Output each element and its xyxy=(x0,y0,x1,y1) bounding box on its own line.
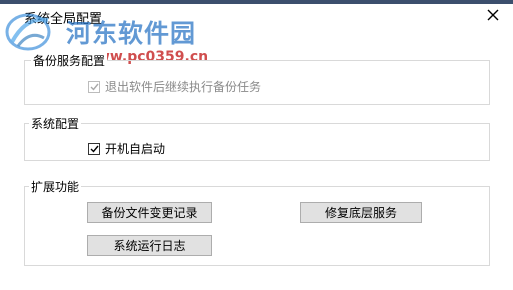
watermark-logo-icon xyxy=(5,13,51,51)
backup-change-log-button[interactable]: 备份文件变更记录 xyxy=(87,202,212,223)
system-log-button[interactable]: 系统运行日志 xyxy=(87,235,212,256)
continue-backup-option[interactable]: 退出软件后继续执行备份任务 xyxy=(88,78,261,95)
close-icon xyxy=(487,9,499,21)
autostart-label: 开机自启动 xyxy=(105,142,166,156)
system-config-group-label: 系统配置 xyxy=(29,115,82,132)
continue-backup-label: 退出软件后继续执行备份任务 xyxy=(105,80,262,94)
checkmark-icon xyxy=(90,83,99,91)
autostart-checkbox[interactable] xyxy=(88,142,100,155)
continue-backup-checkbox[interactable] xyxy=(88,80,100,93)
checkmark-icon xyxy=(90,145,99,153)
watermark-text: 河东软件园 xyxy=(66,19,197,48)
autostart-option[interactable]: 开机自启动 xyxy=(88,140,165,157)
extension-group-label: 扩展功能 xyxy=(29,178,82,195)
repair-service-button[interactable]: 修复底层服务 xyxy=(300,202,422,223)
window-top-border xyxy=(0,0,513,4)
close-button[interactable] xyxy=(481,4,505,26)
backup-service-group-label: 备份服务配置 xyxy=(31,52,108,69)
